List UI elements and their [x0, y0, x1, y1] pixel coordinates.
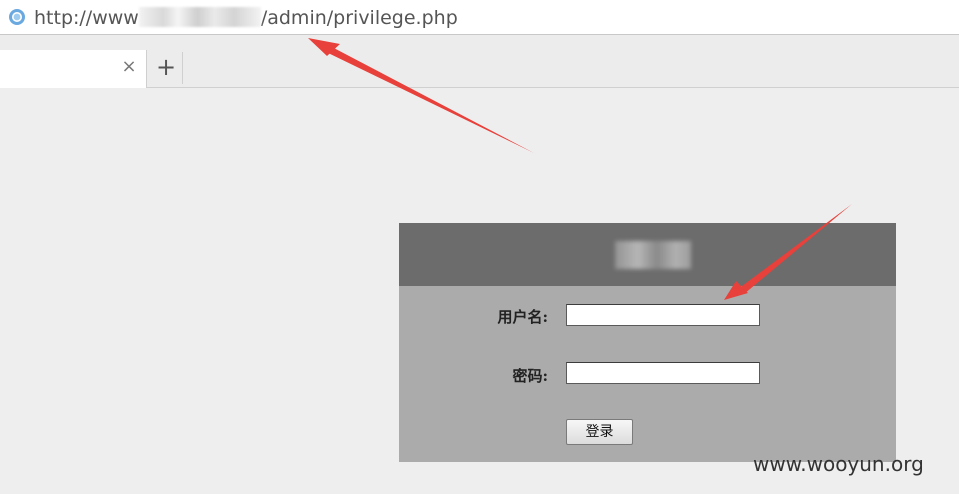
browser-tab[interactable]: × [0, 50, 147, 88]
watermark: www.wooyun.org [753, 452, 924, 476]
tab-strip: × + [0, 35, 959, 88]
close-tab-icon[interactable]: × [120, 58, 138, 76]
url-redacted-segment [138, 7, 261, 27]
login-header [399, 223, 896, 286]
username-input[interactable] [566, 304, 760, 326]
url-suffix: /admin/privilege.php [260, 7, 458, 29]
url-prefix: http://www [34, 7, 139, 29]
login-panel: 用户名: 密码: 登录 [399, 223, 896, 462]
password-input[interactable] [566, 362, 760, 384]
address-bar[interactable]: http://www/admin/privilege.php [0, 0, 959, 35]
url-text[interactable]: http://www/admin/privilege.php [34, 7, 458, 29]
login-button[interactable]: 登录 [566, 419, 633, 445]
password-label: 密码: [512, 367, 548, 385]
redacted-logo [615, 241, 691, 269]
site-globe-icon [8, 8, 26, 26]
username-label: 用户名: [497, 308, 548, 326]
new-tab-button[interactable]: + [150, 52, 183, 84]
